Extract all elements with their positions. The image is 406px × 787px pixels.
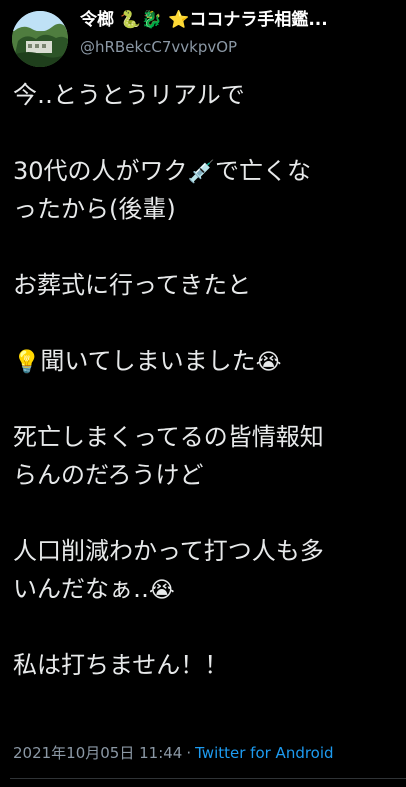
tweet-text: 今‥とうとうリアルで 30代の人がワク💉で亡くなったから(後輩) お葬式に行って…	[13, 76, 398, 684]
tweet-line: 聞いてしまいました	[40, 347, 256, 375]
tweet-line: 今‥とうとうリアルで	[13, 81, 245, 109]
tweet-line: らんのだろうけど	[13, 461, 204, 489]
tweet-header: 令榔 🐍🐉 ⭐ココナラ手相鑑... @hRBekcC7vvkpvOP	[10, 8, 400, 68]
tweet-line: 人口削減わかって打つ人も多	[13, 537, 324, 565]
tweet-line: お葬式に行ってきたと	[13, 271, 252, 299]
timestamp[interactable]: 2021年10月05日 11:44	[13, 744, 182, 762]
syringe-icon: 💉	[187, 160, 215, 185]
tweet-meta: 2021年10月05日 11:44 · Twitter for Android	[13, 742, 334, 764]
tweet-paragraph: 💡聞いてしまいました😭	[13, 342, 398, 380]
user-info[interactable]: 令榔 🐍🐉 ⭐ココナラ手相鑑... @hRBekcC7vvkpvOP	[80, 8, 380, 58]
user-handle[interactable]: @hRBekcC7vvkpvOP	[80, 36, 380, 58]
tweet-paragraph: 死亡しまくってるの皆情報知 らんのだろうけど	[13, 418, 398, 494]
tweet-paragraph: 私は打ちません！！	[13, 646, 398, 684]
light-bulb-icon: 💡	[13, 350, 41, 375]
tweet-line: 30代の人がワク	[13, 157, 188, 185]
crying-face-icon: 😭	[255, 350, 282, 375]
avatar[interactable]	[12, 11, 68, 67]
tweet-line: で亡くな	[214, 157, 311, 185]
tweet-paragraph: 30代の人がワク💉で亡くなったから(後輩)	[13, 152, 398, 228]
display-name[interactable]: 令榔 🐍🐉 ⭐ココナラ手相鑑...	[80, 8, 380, 32]
meta-separator: ·	[186, 744, 192, 762]
crying-face-icon: 😭	[149, 578, 175, 603]
tweet-paragraph: お葬式に行ってきたと	[13, 266, 398, 304]
tweet-line: 私は打ちません！！	[13, 651, 229, 679]
source-link[interactable]: Twitter for Android	[195, 744, 333, 762]
tweet-line: いんだなぁ‥	[13, 575, 150, 603]
tweet-paragraph: 人口削減わかって打つ人も多 いんだなぁ‥😭	[13, 532, 398, 608]
divider	[10, 778, 406, 779]
tweet-line: 死亡しまくってるの皆情報知	[13, 423, 324, 451]
tweet-line: ったから(後輩)	[13, 195, 176, 223]
tweet-paragraph: 今‥とうとうリアルで	[13, 76, 398, 114]
